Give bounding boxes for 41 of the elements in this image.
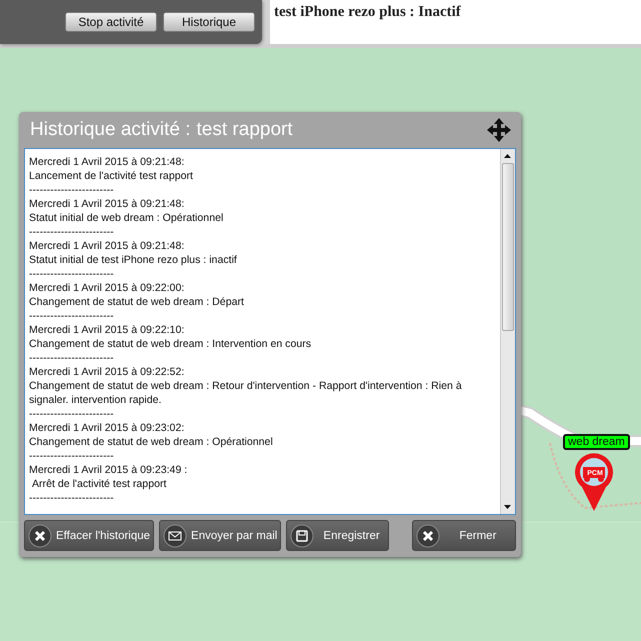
marker-label: web dream: [563, 434, 630, 450]
log-separator: ------------------------: [29, 407, 115, 421]
log-timestamp: Mercredi 1 Avril 2015 à 09:23:49 :: [29, 463, 188, 477]
floppy-disk-icon: [290, 524, 314, 548]
log-separator: ------------------------: [29, 183, 115, 197]
log-separator: ------------------------: [29, 225, 115, 239]
history-textarea[interactable]: [24, 148, 516, 515]
log-message: Changement de statut de web dream : Retour d'intervention - Rapport d'intervention : Rien à signaler. intervention rapide.: [29, 379, 463, 407]
toolbar-button[interactable]: Historique: [163, 12, 255, 32]
log-timestamp: Mercredi 1 Avril 2015 à 09:21:48:: [29, 239, 186, 253]
log-message: Statut initial de test iPhone rezo plus : inactif: [29, 253, 238, 267]
log-timestamp: Mercredi 1 Avril 2015 à 09:22:52:: [29, 365, 186, 379]
log-message: Changement de statut de web dream : Intervention en cours: [29, 337, 312, 351]
log-timestamp: Mercredi 1 Avril 2015 à 09:21:48:: [29, 197, 186, 211]
log-message: Changement de statut de web dream : Opérationnel: [29, 435, 274, 449]
dialog-subject: test rapport: [196, 119, 293, 141]
log-separator: ------------------------: [29, 309, 115, 323]
log-separator: ------------------------: [29, 449, 115, 463]
dialog-button[interactable]: Effacer l'historique: [24, 520, 154, 551]
scrollbar[interactable]: [500, 149, 515, 514]
log-separator: ------------------------: [29, 267, 115, 281]
log-message: Lancement de l'activité test rapport: [29, 169, 194, 183]
dialog-title: Historique activité :: [30, 119, 191, 141]
log-timestamp: Mercredi 1 Avril 2015 à 09:22:10:: [29, 323, 186, 337]
close-icon: [28, 524, 52, 548]
log-timestamp: Mercredi 1 Avril 2015 à 09:21:48:: [29, 155, 186, 169]
move-icon[interactable]: [486, 117, 512, 143]
log-message: Statut initial de web dream : Opérationnel: [29, 211, 224, 225]
status-text: test iPhone rezo plus : Inactif: [270, 0, 641, 44]
envelope-icon: [163, 524, 188, 548]
log-separator: ------------------------: [29, 491, 115, 505]
close-icon: [416, 524, 440, 548]
dialog-button[interactable]: Envoyer par mail: [159, 520, 282, 551]
log-timestamp: Mercredi 1 Avril 2015 à 09:23:02:: [29, 421, 186, 435]
dialog-button[interactable]: Enregistrer: [286, 520, 389, 551]
log-separator: ------------------------: [29, 351, 115, 365]
toolbar-button[interactable]: Stop activité: [65, 12, 157, 32]
dialog-button[interactable]: Fermer: [412, 520, 516, 551]
log-timestamp: Mercredi 1 Avril 2015 à 09:22:00:: [29, 281, 186, 295]
log-message: Changement de statut de web dream : Départ: [29, 295, 245, 309]
log-message: Arrêt de l'activité test rapport: [30, 477, 168, 491]
